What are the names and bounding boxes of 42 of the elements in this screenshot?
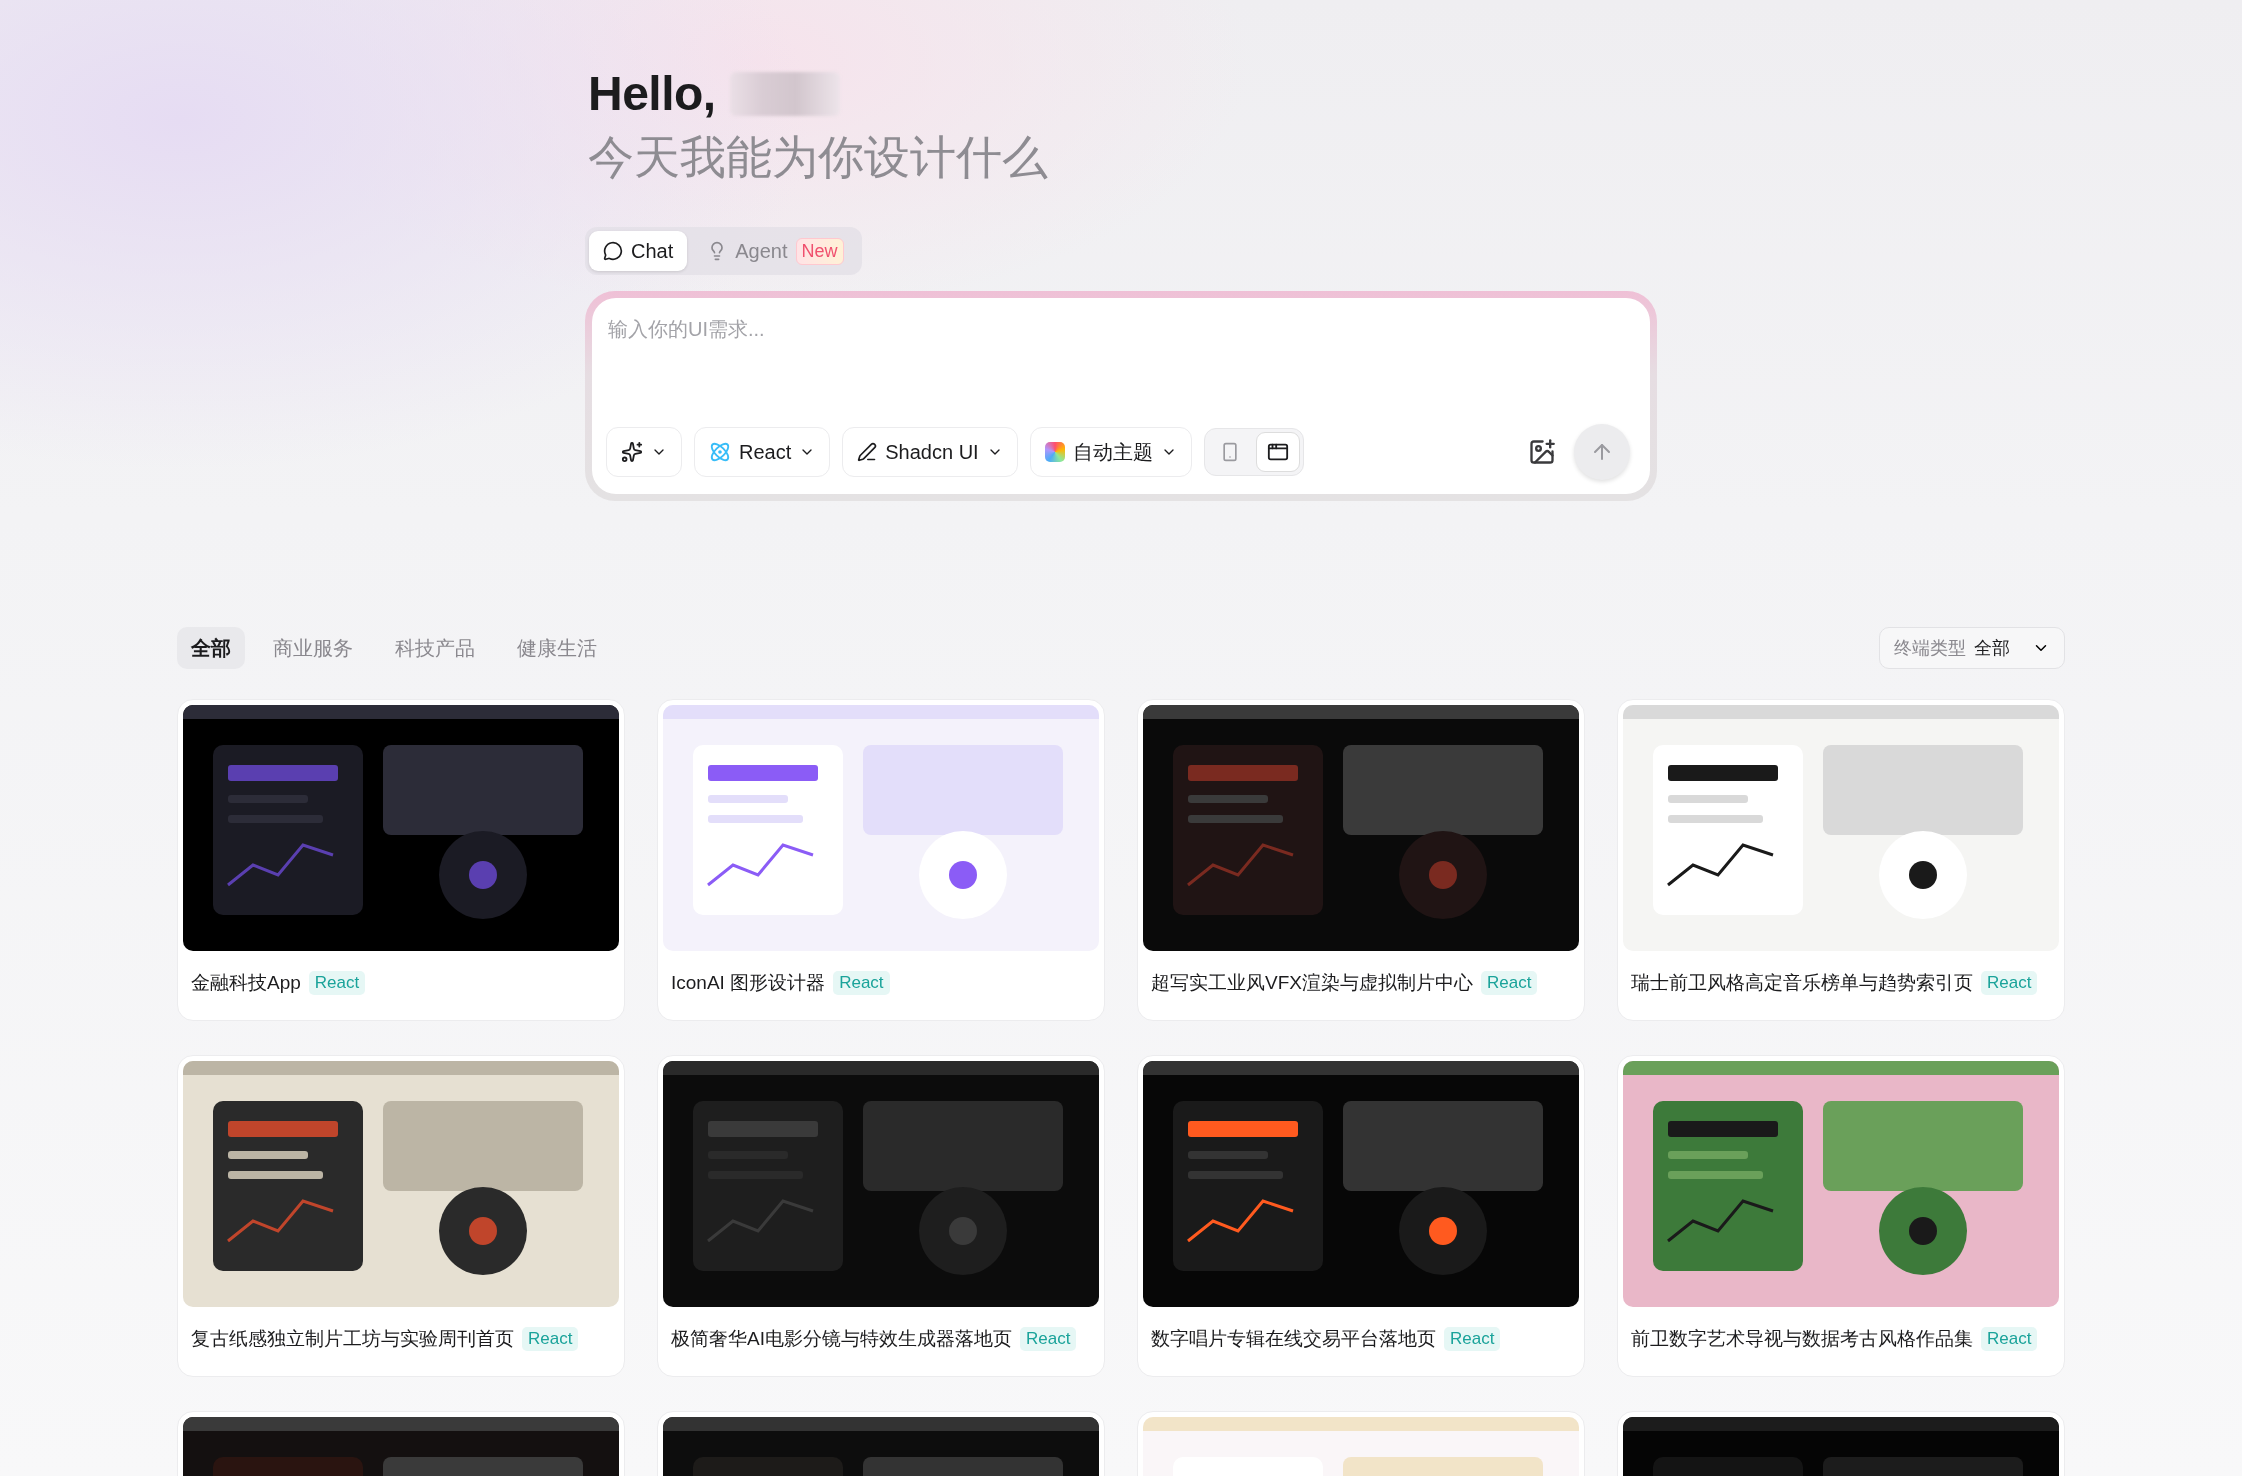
- project-title: 数字唱片专辑在线交易平台落地页: [1151, 1327, 1436, 1351]
- project-card[interactable]: 金融科技App React: [177, 699, 625, 1021]
- framework-tag: React: [522, 1327, 579, 1351]
- project-title: 极简奢华AI电影分镜与特效生成器落地页: [671, 1327, 1012, 1351]
- project-title: 超写实工业风VFX渲染与虚拟制片中心: [1151, 971, 1473, 995]
- project-title: 瑞士前卫风格高定音乐榜单与趋势索引页: [1631, 971, 1973, 995]
- project-card[interactable]: 超写实工业风VFX渲染与虚拟制片中心 React: [1137, 699, 1585, 1021]
- project-card[interactable]: 复古纸感独立制片工坊与实验周刊首页 React: [177, 1055, 625, 1377]
- project-title: 金融科技App: [191, 971, 301, 995]
- framework-tag: React: [308, 971, 366, 995]
- image-plus-icon: [1528, 438, 1556, 466]
- project-card[interactable]: 极简奢华AI电影分镜与特效生成器落地页 React: [657, 1055, 1105, 1377]
- pen-icon: [857, 442, 878, 462]
- project-title: 复古纸感独立制片工坊与实验周刊首页: [191, 1327, 514, 1351]
- project-card[interactable]: 前卫数字艺术导视与数据考古风格作品集 React: [1617, 1055, 2065, 1377]
- framework-dropdown[interactable]: React: [694, 427, 831, 477]
- window-icon: [1266, 441, 1289, 463]
- device-type-select[interactable]: 终端类型 全部: [1879, 627, 2065, 669]
- project-title: 前卫数字艺术导视与数据考古风格作品集: [1631, 1327, 1973, 1351]
- framework-tag: React: [1981, 971, 2038, 995]
- mode-tab[interactable]: Chat: [589, 231, 688, 271]
- new-badge: New: [795, 237, 844, 265]
- framework-tag: React: [833, 971, 890, 995]
- subtitle: 今天我能为你设计什么: [587, 130, 1049, 185]
- project-card[interactable]: 瑞士前卫风格高定音乐榜单与趋势索引页 React: [1617, 699, 2065, 1021]
- greeting: Hello,: [588, 66, 716, 121]
- magic-dropdown[interactable]: [606, 427, 682, 477]
- desktop-toggle[interactable]: [1255, 432, 1300, 472]
- project-card[interactable]: 数字唱片专辑在线交易平台落地页 React: [1137, 1055, 1585, 1377]
- library-dropdown[interactable]: Shadcn UI: [842, 427, 1018, 477]
- framework-tag: React: [1480, 971, 1538, 995]
- framework-tag: React: [1444, 1327, 1501, 1351]
- project-card[interactable]: IconAI 图形设计器 React: [657, 699, 1105, 1021]
- category-tab[interactable]: 全部: [177, 627, 245, 669]
- sparkles-icon: [621, 441, 643, 463]
- chat-bubble-icon: [603, 241, 623, 261]
- project-title: IconAI 图形设计器: [671, 971, 826, 995]
- framework-tag: React: [1019, 1327, 1077, 1351]
- atom-icon: [709, 441, 731, 463]
- theme-dropdown[interactable]: 自动主题: [1029, 427, 1192, 477]
- palette-icon: [1044, 442, 1065, 462]
- framework-tag: React: [1981, 1327, 2038, 1351]
